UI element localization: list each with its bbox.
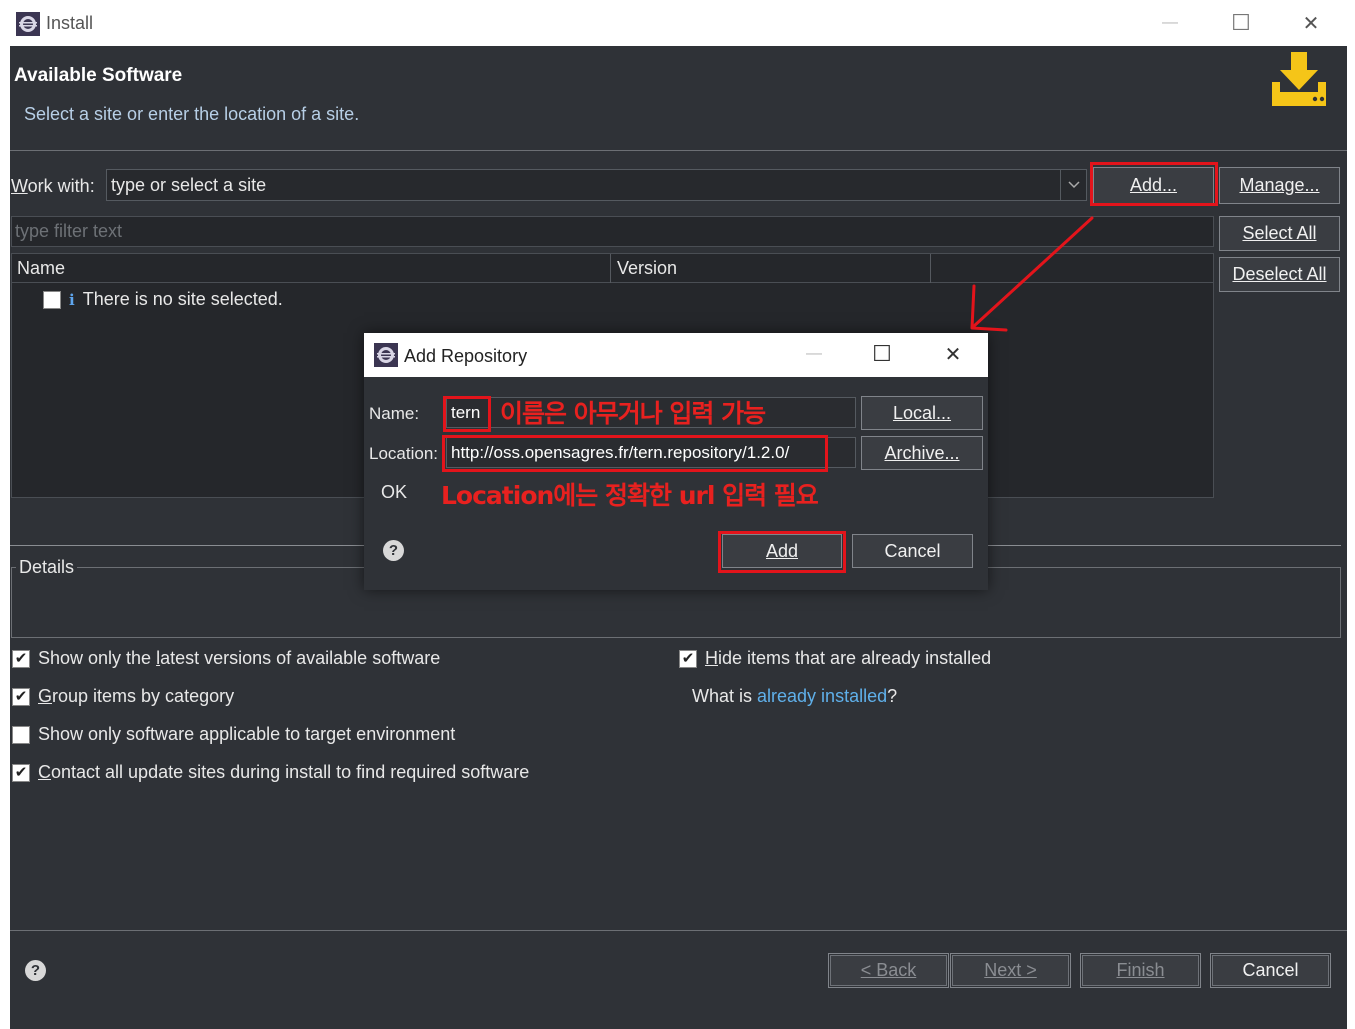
- local-button[interactable]: Local...: [861, 396, 983, 430]
- option-hide-installed[interactable]: ✔ Hide items that are already installed: [679, 648, 991, 669]
- annotation-box-dialog-add: [718, 531, 846, 573]
- deselect-all-button[interactable]: Deselect All: [1219, 257, 1340, 292]
- column-header-version[interactable]: Version: [611, 254, 931, 283]
- checkbox-unchecked[interactable]: [12, 725, 30, 744]
- details-label: Details: [16, 557, 78, 578]
- already-installed-link[interactable]: already installed: [757, 686, 887, 706]
- annotation-box-name: [443, 396, 491, 432]
- page-title: Available Software: [14, 65, 183, 86]
- annotation-location-note: Location에는 정확한 url 입력 필요: [441, 481, 819, 510]
- maximize-button[interactable]: ☐: [1221, 8, 1261, 38]
- footer-cancel-button[interactable]: Cancel: [1210, 953, 1331, 988]
- close-icon: ✕: [944, 343, 962, 366]
- close-icon: ✕: [1302, 12, 1320, 35]
- tree-row-empty[interactable]: i There is no site selected.: [43, 289, 283, 310]
- dialog-title: Add Repository: [404, 346, 528, 366]
- column-header-name[interactable]: Name: [11, 254, 611, 283]
- eclipse-app-icon: [16, 12, 40, 36]
- select-all-button[interactable]: Select All: [1219, 216, 1340, 251]
- location-label: Location:: [369, 444, 438, 463]
- help-icon[interactable]: ?: [25, 960, 46, 981]
- checkbox-checked[interactable]: ✔: [12, 649, 30, 668]
- info-icon: i: [69, 290, 75, 309]
- manage-button[interactable]: Manage...: [1219, 167, 1340, 204]
- dialog-minimize-button[interactable]: —: [794, 339, 834, 369]
- checkbox-checked[interactable]: ✔: [679, 649, 697, 668]
- option-contact-sites[interactable]: ✔ Contact all update sites during instal…: [12, 762, 529, 783]
- window-titlebar: Install — ☐ ✕: [0, 0, 1355, 46]
- chevron-down-icon[interactable]: [1060, 170, 1086, 200]
- help-icon[interactable]: ?: [383, 540, 404, 561]
- annotation-box-location: [442, 435, 828, 472]
- dialog-close-button[interactable]: ✕: [933, 339, 973, 369]
- annotation-name-note: 이름은 아무거나 입력 가능: [500, 399, 766, 428]
- empty-message: There is no site selected.: [82, 289, 283, 309]
- name-label: Name:: [369, 404, 420, 423]
- window-title: Install: [46, 13, 94, 33]
- maximize-icon: ☐: [1231, 10, 1251, 35]
- minimize-icon: —: [806, 345, 822, 362]
- minimize-icon: —: [1162, 14, 1178, 31]
- minimize-button[interactable]: —: [1150, 8, 1190, 38]
- eclipse-app-icon: [374, 343, 398, 367]
- header-divider: [10, 150, 1347, 151]
- checkbox-checked[interactable]: ✔: [12, 763, 30, 782]
- work-with-combo[interactable]: type or select a site: [106, 169, 1087, 201]
- archive-button[interactable]: Archive...: [861, 436, 983, 470]
- work-with-label: Work with:: [11, 176, 95, 196]
- maximize-icon: ☐: [872, 341, 892, 366]
- option-target-environment[interactable]: Show only software applicable to target …: [12, 724, 455, 745]
- checkbox-checked[interactable]: ✔: [12, 687, 30, 706]
- annotation-arrow: [970, 216, 1094, 332]
- option-group-by-category[interactable]: ✔ Group items by category: [12, 686, 234, 707]
- back-button[interactable]: < Back: [828, 953, 949, 988]
- footer-divider: [10, 930, 1347, 931]
- page-subtitle: Select a site or enter the location of a…: [24, 104, 360, 124]
- option-latest-versions[interactable]: ✔ Show only the latest versions of avail…: [12, 648, 440, 669]
- annotation-box-add-button: [1090, 162, 1218, 206]
- row-checkbox[interactable]: [43, 290, 61, 309]
- finish-button[interactable]: Finish: [1080, 953, 1201, 988]
- dialog-maximize-button[interactable]: ☐: [862, 339, 902, 369]
- already-installed-line: What is already installed?: [692, 686, 898, 706]
- dialog-titlebar: Add Repository — ☐ ✕: [364, 333, 988, 377]
- dialog-status: OK: [381, 482, 408, 502]
- dialog-cancel-button[interactable]: Cancel: [852, 534, 973, 568]
- work-with-value: type or select a site: [111, 174, 267, 195]
- close-button[interactable]: ✕: [1291, 8, 1331, 38]
- next-button[interactable]: Next >: [950, 953, 1071, 988]
- download-icon: [1272, 52, 1326, 106]
